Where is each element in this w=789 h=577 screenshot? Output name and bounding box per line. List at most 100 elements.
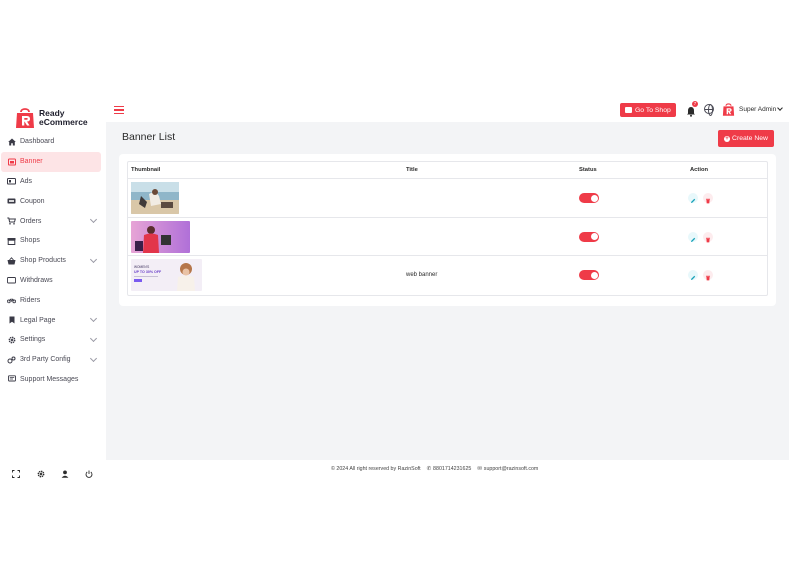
footer: © 2024 All right reserved by RazinSoft ✆… (331, 466, 544, 472)
sidebar-item-coupon[interactable]: Coupon (1, 191, 101, 211)
column-header: Status (579, 167, 597, 173)
sidebar-item-ads[interactable]: Ads (1, 172, 101, 192)
copyright-text: © 2024 All right reserved by RazinSoft (331, 466, 421, 472)
chevron-down-icon (89, 354, 98, 362)
phone-icon: ✆ (426, 466, 432, 472)
sidebar-item-shop-products[interactable]: Shop Products (1, 251, 101, 271)
delete-button[interactable] (703, 231, 713, 242)
chevron-down-icon (89, 315, 98, 323)
sidebar-item-dashboard[interactable]: Dashboard (1, 132, 101, 152)
user-icon[interactable] (61, 465, 70, 478)
chevron-down-icon (89, 334, 98, 343)
chevron-down-icon[interactable] (777, 105, 783, 111)
sidebar-item-label: Shops (20, 237, 40, 245)
trash-icon (706, 237, 710, 242)
globe-icon[interactable] (704, 104, 714, 116)
wallet-icon (7, 276, 16, 285)
sidebar-item-label: Support Messages (20, 375, 79, 383)
sidebar-item-orders[interactable]: Orders (1, 211, 101, 231)
bottom-bar: © 2024 All right reserved by RazinSoft ✆… (0, 460, 789, 480)
user-name[interactable]: Super Admin (739, 106, 776, 113)
sidebar: Ready eCommerce Dashboard Banner Ads Cou… (0, 98, 106, 460)
chevron-down-icon (89, 255, 98, 263)
store-icon (7, 236, 16, 245)
store-icon (625, 107, 632, 113)
table-row (128, 179, 767, 218)
status-toggle[interactable] (579, 270, 599, 280)
plus-icon: + (724, 135, 731, 142)
trash-icon (706, 275, 710, 281)
home-icon (7, 137, 16, 146)
brand-logo[interactable]: Ready eCommerce (14, 106, 88, 130)
sidebar-nav: Dashboard Banner Ads Coupon Orders Shops… (0, 132, 106, 389)
edit-button[interactable] (688, 270, 698, 280)
column-header: Title (406, 167, 418, 173)
sidebar-item-label: Banner (20, 158, 43, 166)
banner-card: Thumbnail Title Status Action WOMEN'S UP… (119, 154, 776, 306)
fullscreen-icon[interactable] (12, 465, 21, 478)
gears-icon (7, 355, 16, 364)
app: Ready eCommerce Dashboard Banner Ads Cou… (0, 98, 789, 480)
table-header: Thumbnail Title Status Action (128, 162, 767, 179)
sidebar-item-riders[interactable]: Riders (1, 290, 101, 310)
delete-button[interactable] (703, 193, 713, 204)
notification-badge: 7 (692, 101, 698, 107)
power-icon[interactable] (85, 465, 94, 478)
sidebar-item-label: Settings (20, 336, 46, 344)
banner-table: Thumbnail Title Status Action WOMEN'S UP… (127, 161, 768, 296)
sidebar-item-settings[interactable]: Settings (1, 330, 101, 350)
banner-thumbnail (131, 220, 190, 253)
sidebar-item-label: Shop Products (20, 257, 66, 265)
svg-text:WOMEN'S: WOMEN'S (134, 265, 149, 269)
sidebar-item-label: Riders (20, 296, 41, 304)
pencil-icon (691, 275, 696, 280)
bookmark-icon (7, 316, 16, 325)
sidebar-item-label: Withdraws (20, 276, 53, 284)
chevron-down-icon (89, 216, 98, 224)
avatar[interactable] (721, 102, 736, 117)
message-icon (7, 375, 16, 384)
mail-icon: ✉ (477, 466, 482, 472)
go-to-shop-label: Go To Shop (635, 106, 671, 114)
ads-icon (7, 177, 16, 186)
table-row: WOMEN'S UP TO 30% OFF web banner (128, 256, 767, 295)
cart-icon (7, 217, 16, 226)
create-new-label: Create New (732, 135, 768, 142)
main-content: Banner List + Create New Thumbnail Title… (106, 122, 789, 460)
status-toggle[interactable] (579, 193, 599, 203)
sidebar-item-label: Orders (20, 217, 42, 225)
edit-button[interactable] (688, 193, 698, 203)
banner-thumbnail: WOMEN'S UP TO 30% OFF (131, 259, 202, 291)
gear-icon[interactable] (37, 465, 46, 478)
sidebar-item-banner[interactable]: Banner (1, 151, 101, 172)
sidebar-item-label: Legal Page (20, 316, 56, 324)
pencil-icon (691, 237, 696, 242)
create-new-button[interactable]: + Create New (718, 130, 774, 147)
sidebar-item-support-messages[interactable]: Support Messages (1, 370, 101, 390)
status-toggle[interactable] (579, 231, 599, 242)
column-header: Action (690, 167, 709, 173)
trash-icon (706, 198, 710, 204)
go-to-shop-button[interactable]: Go To Shop (620, 103, 676, 117)
bike-icon (7, 296, 16, 305)
svg-text:UP TO 30% OFF: UP TO 30% OFF (134, 270, 162, 274)
banner-title: web banner (406, 272, 438, 278)
support-email[interactable]: support@razinsoft.com (484, 466, 539, 472)
sidebar-item-withdraws[interactable]: Withdraws (1, 271, 101, 291)
sidebar-item-shops[interactable]: Shops (1, 231, 101, 251)
brand-name-line2: eCommerce (39, 117, 88, 127)
banner-thumbnail (131, 182, 179, 214)
sidebar-item-legal-page[interactable]: Legal Page (1, 310, 101, 330)
edit-button[interactable] (688, 231, 698, 242)
phone-number: 8801714231625 (433, 466, 472, 472)
coupon-icon (7, 197, 16, 206)
sidebar-item-label: 3rd Party Config (20, 356, 71, 364)
menu-toggle-icon[interactable] (114, 106, 124, 116)
table-row (128, 218, 767, 256)
page-title: Banner List (122, 131, 176, 143)
sidebar-item-3rd-party-config[interactable]: 3rd Party Config (1, 350, 101, 370)
sidebar-item-label: Dashboard (20, 138, 55, 146)
column-header: Thumbnail (131, 167, 161, 173)
delete-button[interactable] (703, 270, 713, 281)
basket-icon (7, 256, 16, 265)
